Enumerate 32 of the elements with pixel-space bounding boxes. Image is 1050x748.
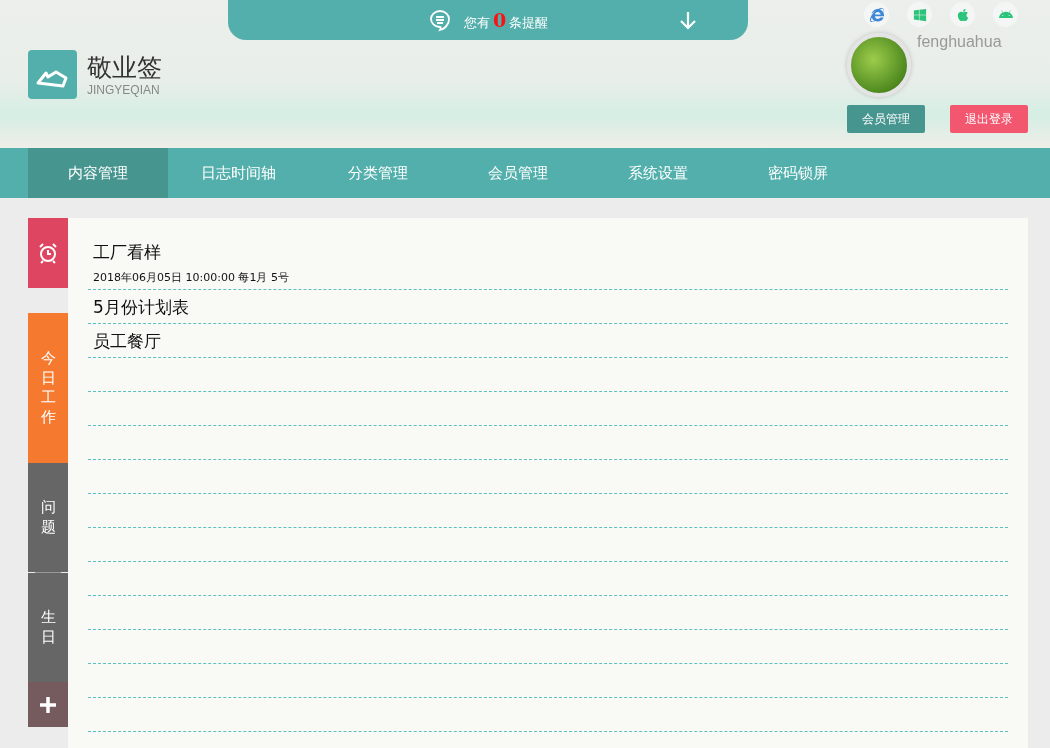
nav-tab[interactable]: 分类管理 <box>308 148 448 198</box>
member-button[interactable]: 会员管理 <box>847 105 925 133</box>
sidebar-tab[interactable]: 生日 <box>28 573 68 682</box>
notification-text: 您有 0 条提醒 <box>463 8 549 32</box>
alarm-clock-icon <box>37 242 59 264</box>
nav-tab[interactable]: 密码锁屏 <box>728 148 868 198</box>
logout-button[interactable]: 退出登录 <box>950 105 1028 133</box>
sidebar-tab[interactable]: 问题 <box>28 463 68 572</box>
nav-tab[interactable]: 系统设置 <box>588 148 728 198</box>
note-title[interactable]: 工厂看样 <box>93 240 1008 264</box>
note-meta: 2018年06月05日 10:00:00 每1月 5号 <box>93 270 290 285</box>
browser-icon[interactable] <box>864 2 889 27</box>
app-title: 敬业签 <box>87 52 162 83</box>
avatar-photo <box>847 33 911 97</box>
android-icon[interactable] <box>993 2 1018 27</box>
alarm-tab[interactable] <box>28 218 68 288</box>
nav-tab[interactable]: 日志时间轴 <box>168 148 308 198</box>
nav-tab[interactable]: 内容管理 <box>28 148 168 198</box>
down-arrow-icon[interactable] <box>680 11 696 30</box>
nav-tab[interactable]: 会员管理 <box>448 148 588 198</box>
plus-icon <box>39 695 57 714</box>
sidebar-tab[interactable]: 今日工作 <box>28 313 68 463</box>
note-title[interactable]: 员工餐厅 <box>93 328 1008 353</box>
windows-icon[interactable] <box>907 2 932 27</box>
logo-icon <box>28 50 77 99</box>
add-button[interactable] <box>28 682 68 727</box>
app-subtitle: JINGYEQIAN <box>87 82 161 97</box>
chat-bubble-icon <box>427 8 452 32</box>
apple-icon[interactable] <box>950 2 975 27</box>
notification-bar[interactable]: 您有 0 条提醒 <box>228 0 748 40</box>
username: fenghuahua <box>917 33 1002 52</box>
note-title[interactable]: 5月份计划表 <box>93 294 1008 319</box>
